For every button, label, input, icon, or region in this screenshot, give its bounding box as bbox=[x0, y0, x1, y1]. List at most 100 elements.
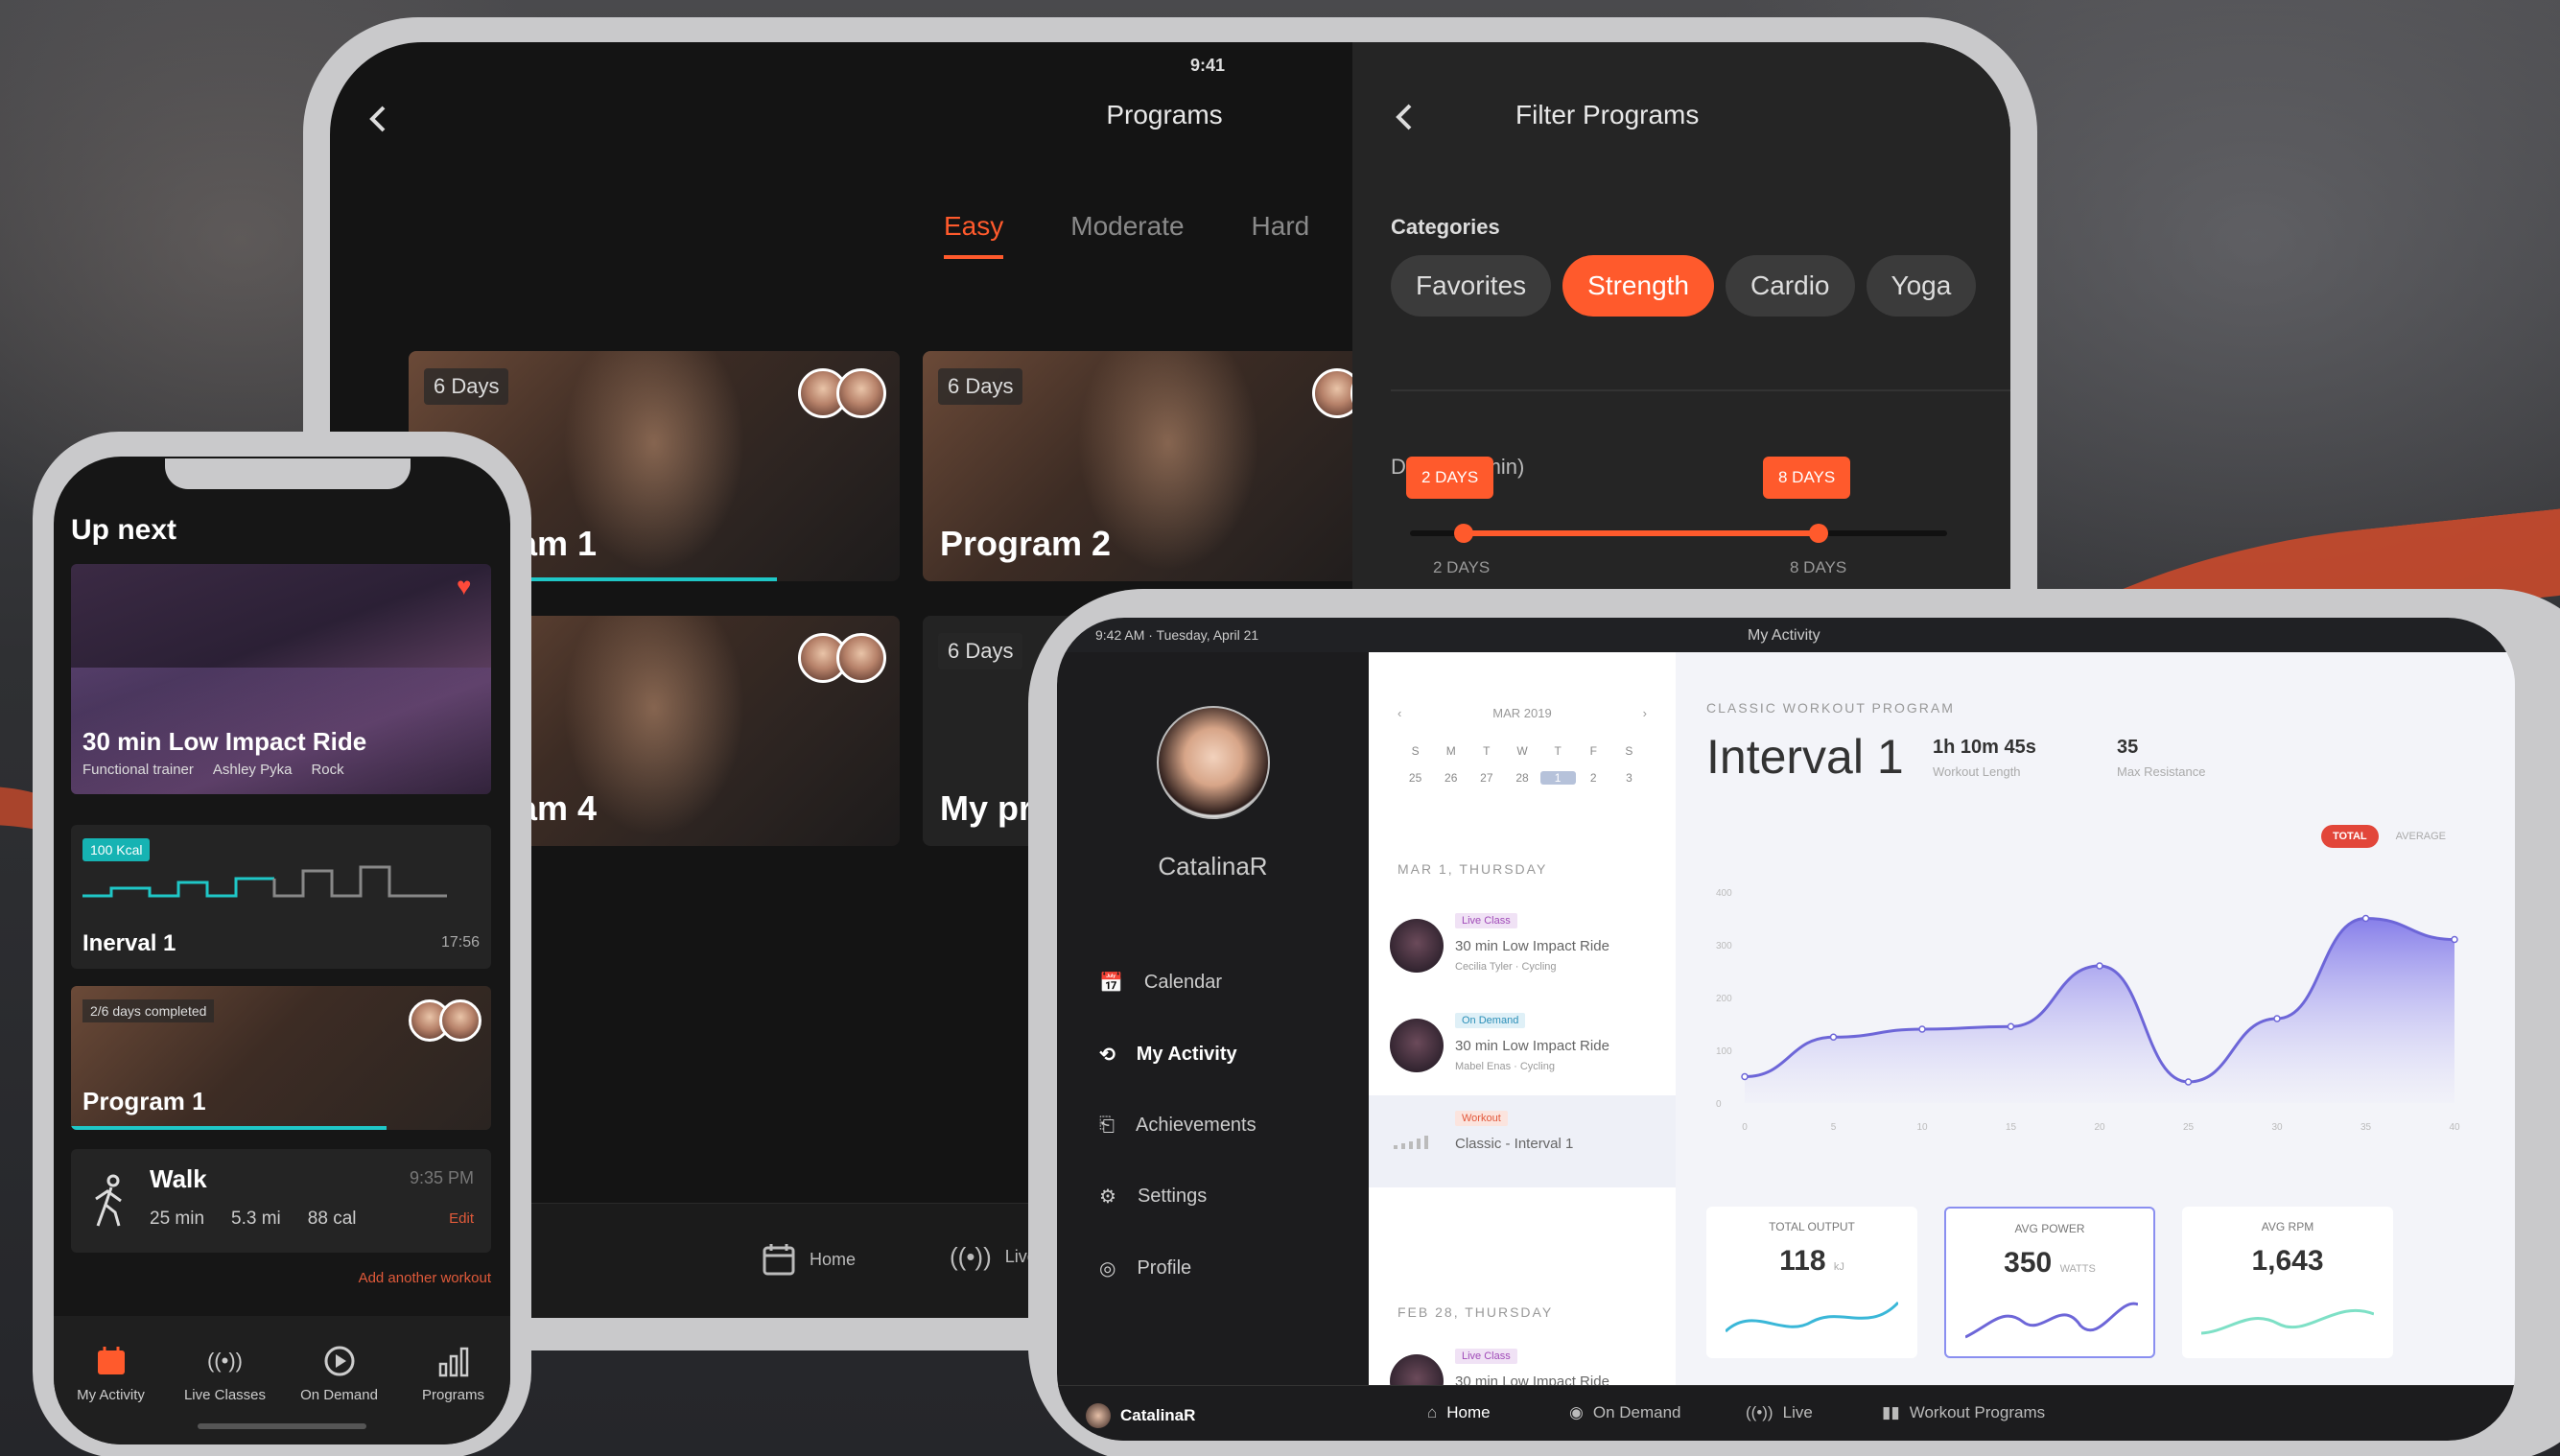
sidebar-item-label: Calendar bbox=[1143, 972, 1223, 993]
x-tick-label: 30 bbox=[2271, 1122, 2283, 1133]
nav-live[interactable]: ((•)) Live bbox=[1746, 1403, 1813, 1422]
divider bbox=[1391, 389, 2010, 391]
calendar-day[interactable]: 3 bbox=[1611, 771, 1647, 785]
calendar-day[interactable]: 26 bbox=[1433, 771, 1468, 785]
avatar[interactable] bbox=[1157, 706, 1270, 819]
data-point[interactable] bbox=[2096, 962, 2103, 970]
avatar bbox=[836, 368, 886, 418]
sparkline bbox=[1726, 1301, 1898, 1333]
edit-link[interactable]: Edit bbox=[449, 1210, 474, 1227]
entry-meta: Cecilia Tyler · Cycling bbox=[1455, 961, 1557, 973]
weekday: M bbox=[1445, 744, 1456, 758]
metric-label: TOTAL OUTPUT bbox=[1769, 1220, 1855, 1233]
nav-on-demand[interactable]: ◉ On Demand bbox=[1569, 1403, 1681, 1422]
nav-home[interactable]: Home bbox=[762, 1242, 856, 1277]
nav-home[interactable]: ⌂ Home bbox=[1427, 1403, 1491, 1422]
interval-card[interactable]: 100 Kcal Inerval 1 17:56 bbox=[71, 825, 491, 969]
nav-workout-programs[interactable]: ▮▮ Workout Programs bbox=[1882, 1403, 2045, 1422]
broadcast-icon: ((•)) bbox=[206, 1349, 243, 1373]
nav-live-classes[interactable]: ((•)) Live Classes bbox=[173, 1345, 278, 1444]
walking-icon bbox=[95, 1174, 122, 1227]
sidebar-item-settings[interactable]: ⚙ Settings bbox=[1099, 1185, 1257, 1209]
data-point[interactable] bbox=[2007, 1022, 2015, 1030]
avatar bbox=[439, 999, 481, 1042]
category-chips: Favorites Strength Cardio Yoga bbox=[1391, 255, 1977, 317]
add-workout-link[interactable]: Add another workout bbox=[359, 1270, 491, 1286]
bar-chart-icon bbox=[1394, 1136, 1428, 1149]
data-point[interactable] bbox=[1741, 1072, 1749, 1081]
sidebar-item-achievements[interactable]: ⎗ Achievements bbox=[1099, 1115, 1257, 1137]
calendar-day[interactable]: 25 bbox=[1397, 771, 1433, 785]
tab-easy[interactable]: Easy bbox=[944, 211, 1004, 259]
data-point[interactable] bbox=[2451, 935, 2458, 944]
calendar-grid: S M T W T F S 25 26 27 28 1 2 3 bbox=[1397, 744, 1647, 785]
chip-cardio[interactable]: Cardio bbox=[1726, 255, 1855, 317]
sparkline bbox=[2201, 1308, 2374, 1335]
toggle-average[interactable]: AVERAGE bbox=[2384, 825, 2457, 848]
nav-label: Home bbox=[1446, 1403, 1491, 1421]
data-point[interactable] bbox=[2361, 914, 2370, 923]
chip-favorites[interactable]: Favorites bbox=[1391, 255, 1552, 317]
program-card[interactable]: 6 Days Program 2 bbox=[923, 351, 1414, 581]
calendar-day-selected[interactable]: 1 bbox=[1539, 771, 1576, 785]
slider-max-handle[interactable] bbox=[1809, 524, 1828, 543]
nav-on-demand[interactable]: On Demand bbox=[287, 1345, 392, 1444]
x-tick-label: 0 bbox=[1742, 1122, 1748, 1133]
calendar-day[interactable]: 2 bbox=[1576, 771, 1611, 785]
sidebar-item-calendar[interactable]: 📅 Calendar bbox=[1099, 971, 1257, 995]
chip-strength[interactable]: Strength bbox=[1562, 255, 1715, 317]
chevron-left-icon[interactable] bbox=[364, 100, 393, 138]
chip-yoga[interactable]: Yoga bbox=[1866, 255, 1977, 317]
activity-calendar: ‹ MAR 2019 › S M T W T F S 25 26 27 28 1… bbox=[1369, 652, 1676, 1408]
metric-tile[interactable]: TOTAL OUTPUT 118 kJ bbox=[1706, 1207, 1917, 1358]
metric-label: AVG RPM bbox=[2261, 1220, 2314, 1233]
entry-title: Classic - Interval 1 bbox=[1455, 1136, 1574, 1152]
workout-name: Walk bbox=[150, 1164, 207, 1193]
chevron-right-icon[interactable]: › bbox=[1643, 706, 1647, 720]
y-tick-label: 400 bbox=[1716, 888, 1732, 899]
progress-badge: 2/6 days completed bbox=[82, 999, 215, 1022]
data-point[interactable] bbox=[2184, 1078, 2193, 1086]
activity-entry[interactable]: On Demand 30 min Low Impact Ride Mabel E… bbox=[1369, 998, 1676, 1090]
instructor-avatars bbox=[798, 368, 886, 418]
class-hero-card[interactable]: ♥ 30 min Low Impact Ride Functional trai… bbox=[71, 564, 491, 794]
walk-card[interactable]: Walk 9:35 PM 25 min 5.3 mi 88 cal Edit bbox=[71, 1149, 491, 1253]
chevron-left-icon[interactable]: ‹ bbox=[1397, 706, 1401, 720]
weekday: T bbox=[1483, 744, 1491, 758]
metric-unit: kJ bbox=[1833, 1261, 1844, 1273]
activity-entry[interactable]: Workout Classic - Interval 1 bbox=[1369, 1095, 1676, 1187]
activity-entry[interactable]: Live Class 30 min Low Impact Ride Cecili… bbox=[1369, 898, 1676, 990]
sidebar-item-profile[interactable]: ◎ Profile bbox=[1099, 1256, 1257, 1280]
calendar-day[interactable]: 28 bbox=[1504, 771, 1539, 785]
bar-chart-icon: ▮▮ bbox=[1882, 1403, 1900, 1421]
metric-tile-selected[interactable]: AVG POWER 350 WATTS bbox=[1944, 1207, 2155, 1358]
data-point[interactable] bbox=[2273, 1015, 2281, 1022]
weekday: W bbox=[1516, 744, 1528, 758]
user-chip[interactable]: CatalinaR bbox=[1086, 1403, 1195, 1428]
entry-title: 30 min Low Impact Ride bbox=[1455, 1038, 1609, 1054]
heart-icon[interactable]: ♥ bbox=[457, 574, 481, 599]
sidebar-item-my-activity[interactable]: ⟲ My Activity bbox=[1099, 1043, 1257, 1067]
x-tick-label: 20 bbox=[2094, 1122, 2105, 1133]
data-point[interactable] bbox=[1918, 1025, 1926, 1033]
instructor-avatars bbox=[409, 999, 481, 1042]
data-point[interactable] bbox=[1829, 1033, 1838, 1041]
program-card[interactable]: 2/6 days completed Program 1 bbox=[71, 986, 491, 1130]
nav-live[interactable]: ((•)) Live bbox=[950, 1242, 1037, 1272]
status-datetime: 9:42 AM · Tuesday, April 21 bbox=[1095, 627, 1259, 643]
nav-programs[interactable]: Programs bbox=[401, 1345, 506, 1444]
home-icon: ⌂ bbox=[1427, 1403, 1438, 1421]
metric-tile[interactable]: AVG RPM 1,643 bbox=[2182, 1207, 2393, 1358]
slider-min-handle[interactable] bbox=[1454, 524, 1473, 543]
x-tick-label: 35 bbox=[2360, 1122, 2372, 1133]
series-area bbox=[1745, 918, 2454, 1103]
sidebar: CatalinaR 📅 Calendar ⟲ My Activity ⎗ Ach… bbox=[1057, 652, 1369, 1441]
tab-hard[interactable]: Hard bbox=[1252, 211, 1310, 242]
weekday: S bbox=[1411, 744, 1420, 758]
nav-my-activity[interactable]: My Activity bbox=[59, 1345, 164, 1444]
metric-number: 1,643 bbox=[2251, 1245, 2324, 1277]
calendar-day[interactable]: 27 bbox=[1468, 771, 1504, 785]
tab-moderate[interactable]: Moderate bbox=[1070, 211, 1184, 242]
toggle-total[interactable]: TOTAL bbox=[2320, 825, 2379, 848]
chevron-left-icon[interactable] bbox=[1391, 98, 1420, 136]
